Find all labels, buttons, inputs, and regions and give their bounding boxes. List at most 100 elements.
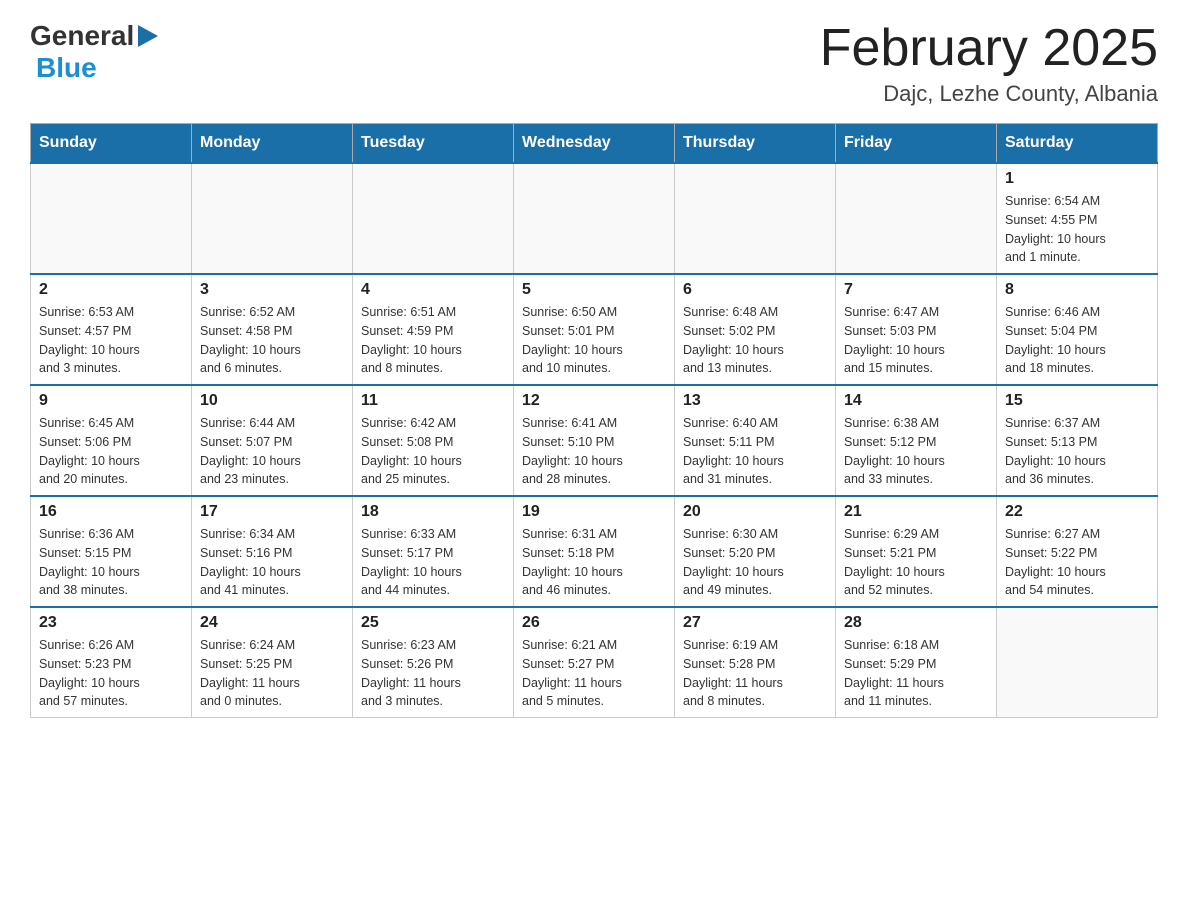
day-info: Sunrise: 6:38 AM Sunset: 5:12 PM Dayligh…: [844, 414, 988, 489]
calendar-cell: 8 Sunrise: 6:46 AM Sunset: 5:04 PM Daylig…: [997, 274, 1158, 385]
day-number: 4: [361, 281, 505, 299]
day-info: Sunrise: 6:33 AM Sunset: 5:17 PM Dayligh…: [361, 525, 505, 600]
calendar-cell: 5 Sunrise: 6:50 AM Sunset: 5:01 PM Daylig…: [514, 274, 675, 385]
day-number: 18: [361, 503, 505, 521]
day-number: 21: [844, 503, 988, 521]
day-info: Sunrise: 6:42 AM Sunset: 5:08 PM Dayligh…: [361, 414, 505, 489]
calendar-cell: 20 Sunrise: 6:30 AM Sunset: 5:20 PM Dayli…: [675, 496, 836, 607]
day-number: 23: [39, 614, 183, 632]
calendar-cell: 1 Sunrise: 6:54 AM Sunset: 4:55 PM Daylig…: [997, 163, 1158, 274]
calendar-cell: [31, 163, 192, 274]
weekday-header-thursday: Thursday: [675, 124, 836, 164]
day-number: 15: [1005, 392, 1149, 410]
day-number: 14: [844, 392, 988, 410]
day-info: Sunrise: 6:54 AM Sunset: 4:55 PM Dayligh…: [1005, 192, 1149, 267]
calendar-cell: 24 Sunrise: 6:24 AM Sunset: 5:25 PM Dayli…: [192, 607, 353, 718]
calendar-table: SundayMondayTuesdayWednesdayThursdayFrid…: [30, 123, 1158, 718]
calendar-cell: 14 Sunrise: 6:38 AM Sunset: 5:12 PM Dayli…: [836, 385, 997, 496]
calendar-cell: [353, 163, 514, 274]
day-info: Sunrise: 6:24 AM Sunset: 5:25 PM Dayligh…: [200, 636, 344, 711]
calendar-cell: [192, 163, 353, 274]
day-number: 16: [39, 503, 183, 521]
calendar-cell: [675, 163, 836, 274]
calendar-cell: 21 Sunrise: 6:29 AM Sunset: 5:21 PM Dayli…: [836, 496, 997, 607]
day-number: 25: [361, 614, 505, 632]
weekday-header-saturday: Saturday: [997, 124, 1158, 164]
day-number: 1: [1005, 170, 1149, 188]
day-info: Sunrise: 6:27 AM Sunset: 5:22 PM Dayligh…: [1005, 525, 1149, 600]
day-info: Sunrise: 6:53 AM Sunset: 4:57 PM Dayligh…: [39, 303, 183, 378]
calendar-title-block: February 2025 Dajc, Lezhe County, Albani…: [820, 20, 1158, 107]
week-row-5: 23 Sunrise: 6:26 AM Sunset: 5:23 PM Dayli…: [31, 607, 1158, 718]
day-number: 7: [844, 281, 988, 299]
calendar-header-row: SundayMondayTuesdayWednesdayThursdayFrid…: [31, 124, 1158, 164]
day-number: 2: [39, 281, 183, 299]
calendar-cell: 12Sunrise: 6:41 AM Sunset: 5:10 PM Dayli…: [514, 385, 675, 496]
day-info: Sunrise: 6:37 AM Sunset: 5:13 PM Dayligh…: [1005, 414, 1149, 489]
day-info: Sunrise: 6:29 AM Sunset: 5:21 PM Dayligh…: [844, 525, 988, 600]
day-number: 13: [683, 392, 827, 410]
day-info: Sunrise: 6:18 AM Sunset: 5:29 PM Dayligh…: [844, 636, 988, 711]
day-info: Sunrise: 6:21 AM Sunset: 5:27 PM Dayligh…: [522, 636, 666, 711]
calendar-cell: 7 Sunrise: 6:47 AM Sunset: 5:03 PM Daylig…: [836, 274, 997, 385]
calendar-title: February 2025: [820, 20, 1158, 77]
day-info: Sunrise: 6:50 AM Sunset: 5:01 PM Dayligh…: [522, 303, 666, 378]
calendar-cell: 9 Sunrise: 6:45 AM Sunset: 5:06 PM Daylig…: [31, 385, 192, 496]
calendar-cell: 22 Sunrise: 6:27 AM Sunset: 5:22 PM Dayli…: [997, 496, 1158, 607]
day-number: 11: [361, 392, 505, 410]
day-number: 24: [200, 614, 344, 632]
weekday-header-friday: Friday: [836, 124, 997, 164]
day-number: 20: [683, 503, 827, 521]
week-row-3: 9 Sunrise: 6:45 AM Sunset: 5:06 PM Daylig…: [31, 385, 1158, 496]
day-number: 22: [1005, 503, 1149, 521]
week-row-1: 1 Sunrise: 6:54 AM Sunset: 4:55 PM Daylig…: [31, 163, 1158, 274]
day-number: 26: [522, 614, 666, 632]
logo-text-general: General: [30, 20, 134, 52]
day-info: Sunrise: 6:31 AM Sunset: 5:18 PM Dayligh…: [522, 525, 666, 600]
calendar-cell: 6 Sunrise: 6:48 AM Sunset: 5:02 PM Daylig…: [675, 274, 836, 385]
calendar-cell: [836, 163, 997, 274]
day-info: Sunrise: 6:46 AM Sunset: 5:04 PM Dayligh…: [1005, 303, 1149, 378]
calendar-cell: 26 Sunrise: 6:21 AM Sunset: 5:27 PM Dayli…: [514, 607, 675, 718]
day-number: 12: [522, 392, 666, 410]
calendar-subtitle: Dajc, Lezhe County, Albania: [820, 81, 1158, 107]
weekday-header-monday: Monday: [192, 124, 353, 164]
calendar-cell: 15 Sunrise: 6:37 AM Sunset: 5:13 PM Dayli…: [997, 385, 1158, 496]
day-info: Sunrise: 6:36 AM Sunset: 5:15 PM Dayligh…: [39, 525, 183, 600]
day-number: 10: [200, 392, 344, 410]
logo-text-blue: Blue: [36, 52, 97, 83]
day-info: Sunrise: 6:40 AM Sunset: 5:11 PM Dayligh…: [683, 414, 827, 489]
day-number: 27: [683, 614, 827, 632]
day-info: Sunrise: 6:48 AM Sunset: 5:02 PM Dayligh…: [683, 303, 827, 378]
calendar-cell: 19 Sunrise: 6:31 AM Sunset: 5:18 PM Dayli…: [514, 496, 675, 607]
day-info: Sunrise: 6:23 AM Sunset: 5:26 PM Dayligh…: [361, 636, 505, 711]
day-number: 9: [39, 392, 183, 410]
day-number: 3: [200, 281, 344, 299]
logo: General Blue: [30, 20, 158, 84]
day-number: 6: [683, 281, 827, 299]
day-info: Sunrise: 6:52 AM Sunset: 4:58 PM Dayligh…: [200, 303, 344, 378]
calendar-cell: 2 Sunrise: 6:53 AM Sunset: 4:57 PM Daylig…: [31, 274, 192, 385]
calendar-cell: 18 Sunrise: 6:33 AM Sunset: 5:17 PM Dayli…: [353, 496, 514, 607]
day-number: 5: [522, 281, 666, 299]
day-info: Sunrise: 6:34 AM Sunset: 5:16 PM Dayligh…: [200, 525, 344, 600]
day-number: 28: [844, 614, 988, 632]
day-number: 19: [522, 503, 666, 521]
day-info: Sunrise: 6:45 AM Sunset: 5:06 PM Dayligh…: [39, 414, 183, 489]
calendar-cell: 25 Sunrise: 6:23 AM Sunset: 5:26 PM Dayli…: [353, 607, 514, 718]
calendar-cell: 13 Sunrise: 6:40 AM Sunset: 5:11 PM Dayli…: [675, 385, 836, 496]
calendar-cell: 4Sunrise: 6:51 AM Sunset: 4:59 PM Daylig…: [353, 274, 514, 385]
day-info: Sunrise: 6:19 AM Sunset: 5:28 PM Dayligh…: [683, 636, 827, 711]
day-number: 8: [1005, 281, 1149, 299]
weekday-header-wednesday: Wednesday: [514, 124, 675, 164]
calendar-cell: 10Sunrise: 6:44 AM Sunset: 5:07 PM Dayli…: [192, 385, 353, 496]
calendar-cell: 11 Sunrise: 6:42 AM Sunset: 5:08 PM Dayli…: [353, 385, 514, 496]
weekday-header-tuesday: Tuesday: [353, 124, 514, 164]
logo-arrow-icon: [136, 25, 158, 47]
calendar-cell: 3 Sunrise: 6:52 AM Sunset: 4:58 PM Daylig…: [192, 274, 353, 385]
week-row-4: 16 Sunrise: 6:36 AM Sunset: 5:15 PM Dayli…: [31, 496, 1158, 607]
day-info: Sunrise: 6:30 AM Sunset: 5:20 PM Dayligh…: [683, 525, 827, 600]
day-info: Sunrise: 6:47 AM Sunset: 5:03 PM Dayligh…: [844, 303, 988, 378]
calendar-cell: [514, 163, 675, 274]
day-info: Sunrise: 6:26 AM Sunset: 5:23 PM Dayligh…: [39, 636, 183, 711]
